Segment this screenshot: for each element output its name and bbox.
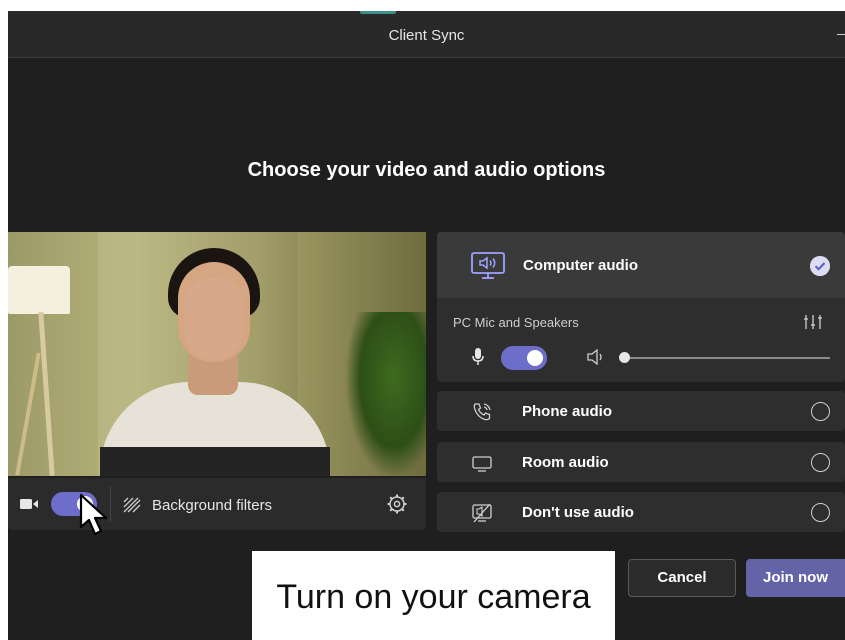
microphone-toggle[interactable] xyxy=(501,346,547,370)
volume-slider-thumb[interactable] xyxy=(619,352,630,363)
title-bar: Client Sync xyxy=(8,11,845,58)
gear-icon[interactable] xyxy=(385,492,409,516)
monitor-speaker-icon xyxy=(471,252,505,279)
cancel-button[interactable]: Cancel xyxy=(628,559,736,597)
computer-audio-label: Computer audio xyxy=(523,257,638,274)
volume-slider-track[interactable] xyxy=(624,357,830,359)
room-display-icon xyxy=(472,456,492,472)
computer-audio-panel: Computer audio PC Mic and Speakers xyxy=(437,232,845,382)
device-settings-icon[interactable] xyxy=(803,314,823,330)
room-audio-option[interactable]: Room audio xyxy=(437,442,845,482)
title-accent xyxy=(360,11,396,14)
tutorial-caption: Turn on your camera xyxy=(252,551,615,640)
background-filters-label: Background filters xyxy=(152,496,273,514)
computer-audio-option[interactable]: Computer audio xyxy=(437,232,845,298)
background-blur-icon xyxy=(123,497,141,513)
join-now-button[interactable]: Join now xyxy=(746,559,845,597)
audio-device-label: PC Mic and Speakers xyxy=(453,315,579,330)
preview-controls: Background filters xyxy=(8,478,426,530)
room-audio-radio[interactable] xyxy=(811,453,830,472)
phone-icon xyxy=(473,403,491,421)
divider xyxy=(110,486,111,522)
camera-preview xyxy=(8,232,426,476)
room-audio-label: Room audio xyxy=(522,454,609,471)
phone-audio-radio[interactable] xyxy=(811,402,830,421)
no-audio-icon xyxy=(472,503,492,523)
phone-audio-label: Phone audio xyxy=(522,403,612,420)
window-title: Client Sync xyxy=(388,27,465,44)
app-window: Client Sync Choose your video and audio … xyxy=(8,11,845,640)
no-audio-label: Don't use audio xyxy=(522,504,634,521)
background-filters-button[interactable]: Background filters xyxy=(122,494,272,516)
toggle-knob xyxy=(527,350,543,366)
mouse-cursor-icon xyxy=(79,493,108,536)
no-audio-option[interactable]: Don't use audio xyxy=(437,492,845,532)
page-title: Choose your video and audio options xyxy=(247,159,606,181)
checkmark-icon xyxy=(810,256,830,276)
lamp xyxy=(8,266,70,314)
plant xyxy=(346,312,426,476)
minimize-button[interactable] xyxy=(837,34,845,35)
microphone-icon xyxy=(472,348,484,365)
no-audio-radio[interactable] xyxy=(811,503,830,522)
speaker-icon xyxy=(587,349,602,365)
phone-audio-option[interactable]: Phone audio xyxy=(437,391,845,431)
video-camera-icon xyxy=(20,499,38,509)
